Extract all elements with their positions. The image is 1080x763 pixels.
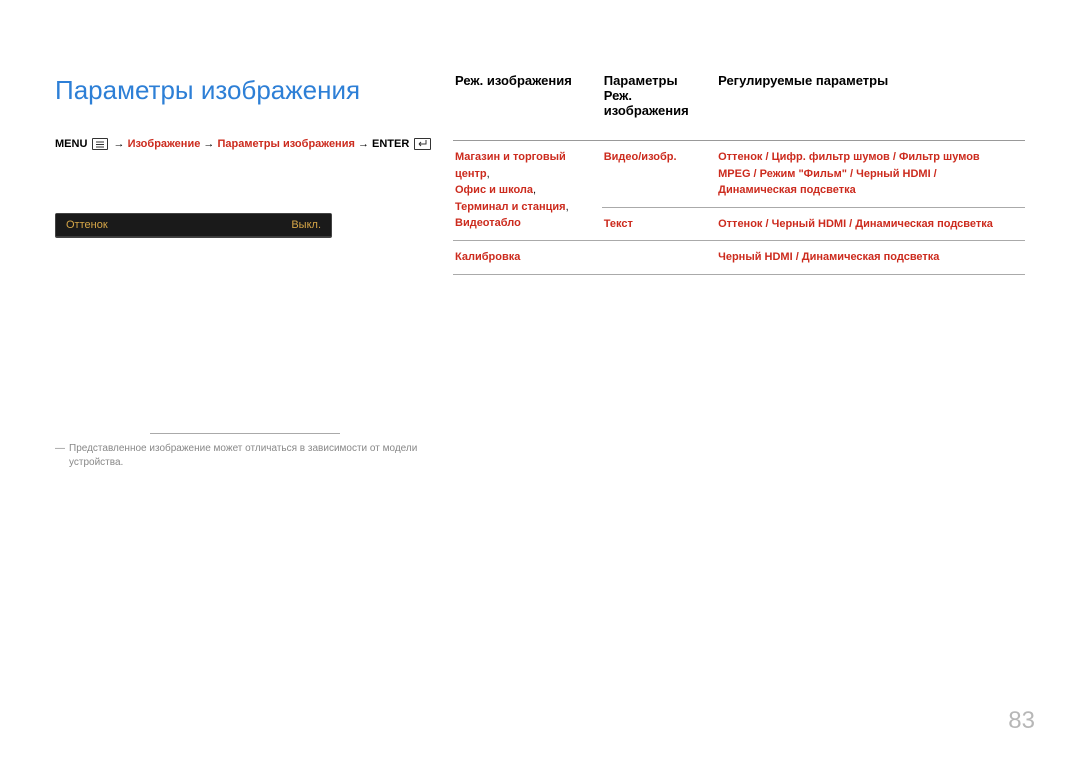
page-number: 83 — [1008, 707, 1035, 735]
breadcrumb-menu: MENU — [55, 138, 87, 150]
cell-text: Магазин и торговый центр — [455, 151, 566, 180]
page-title: Параметры изображения — [55, 75, 435, 106]
enter-icon — [414, 138, 431, 150]
menu-icon — [92, 138, 108, 150]
cell-text: Терминал и станция — [455, 201, 566, 213]
parameter-table: Реж. изображения Параметры Реж. изображе… — [453, 69, 1025, 275]
cell-text: Оттенок / Черный HDMI / Динамическая под… — [718, 218, 993, 230]
footnote-divider — [150, 433, 340, 434]
breadcrumb-item-1: Изображение — [128, 138, 201, 150]
osd-value: Выкл. — [291, 219, 321, 231]
cell-text: Черный HDMI / Динамическая подсветка — [718, 251, 939, 263]
breadcrumb-item-2: Параметры изображения — [217, 138, 354, 150]
breadcrumb: MENU → Изображение → Параметры изображен… — [55, 136, 435, 153]
osd-row-tint: Оттенок Выкл. — [56, 214, 331, 237]
osd-preview: Оттенок Выкл. — [55, 213, 332, 238]
col-header-mode: Реж. изображения — [453, 69, 602, 141]
breadcrumb-enter: ENTER — [372, 138, 409, 150]
footnote-text: Представленное изображение может отличат… — [69, 442, 435, 470]
osd-label: Оттенок — [66, 219, 108, 231]
cell-text: Текст — [604, 218, 633, 230]
table-row: Калибровка Черный HDMI / Динамическая по… — [453, 241, 1025, 275]
cell-text: Калибровка — [455, 251, 520, 263]
cell-text: Видеотабло — [455, 217, 521, 229]
col-header-adj: Регулируемые параметры — [716, 69, 1025, 141]
cell-text: Офис и школа — [455, 184, 533, 196]
col-header-param: Параметры Реж. изображения — [602, 69, 716, 141]
footnote: ― Представленное изображение может отлич… — [55, 442, 435, 470]
table-row: Магазин и торговый центр, Офис и школа, … — [453, 141, 1025, 208]
cell-text: Оттенок / Цифр. фильтр шумов / Фильтр шу… — [718, 151, 980, 196]
cell-text: Видео/изобр. — [604, 151, 677, 163]
